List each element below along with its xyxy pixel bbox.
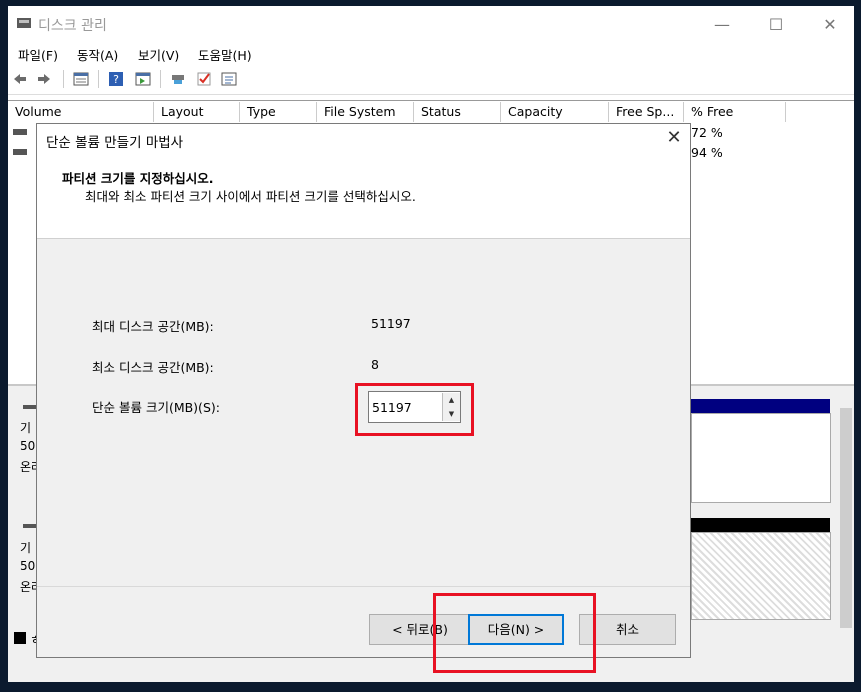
connect-icon[interactable] xyxy=(170,71,186,87)
partition-block[interactable] xyxy=(691,413,831,503)
properties-icon[interactable] xyxy=(135,71,151,87)
check-icon[interactable] xyxy=(196,71,212,87)
wizard-subheading: 최대와 최소 파티션 크기 사이에서 파티션 크기를 선택하십시오. xyxy=(85,189,416,204)
legend-swatch xyxy=(14,632,26,644)
volume-row-free-pct: 72 % xyxy=(691,125,723,140)
toolbar-separator xyxy=(63,70,64,88)
disk-management-app-icon xyxy=(17,18,31,28)
disk-type: 기 xyxy=(20,541,32,555)
partition-header-bar xyxy=(691,518,830,532)
dialog-title: 단순 볼륨 만들기 마법사 xyxy=(46,135,184,151)
forward-icon[interactable] xyxy=(36,71,52,87)
disk-type: 기 xyxy=(20,421,32,435)
dialog-close-button[interactable]: ✕ xyxy=(663,127,685,149)
scrollbar-thumb[interactable] xyxy=(840,408,852,628)
new-simple-volume-wizard-dialog: 단순 볼륨 만들기 마법사 ✕ 파티션 크기를 지정하십시오. 최대와 최소 파… xyxy=(36,123,691,673)
title-bar: 디스크 관리 — ☐ ✕ xyxy=(8,6,854,42)
dialog-separator xyxy=(37,586,690,587)
column-status[interactable]: Status xyxy=(414,102,501,122)
menu-file[interactable]: 파일(F) xyxy=(18,45,58,64)
partition-header-bar xyxy=(691,399,830,413)
toolbar-separator xyxy=(160,70,161,88)
column-type[interactable]: Type xyxy=(240,102,317,122)
settings-list-icon[interactable] xyxy=(221,71,237,87)
window-title: 디스크 관리 xyxy=(38,18,107,34)
column-free-space[interactable]: Free Sp... xyxy=(609,102,684,122)
menu-bar xyxy=(8,42,854,64)
help-icon[interactable]: ? xyxy=(108,71,124,87)
column-capacity[interactable]: Capacity xyxy=(501,102,609,122)
unallocated-partition-block[interactable] xyxy=(691,532,831,620)
column-layout[interactable]: Layout xyxy=(154,102,240,122)
menu-action[interactable]: 동작(A) xyxy=(77,45,118,64)
wizard-heading: 파티션 크기를 지정하십시오. xyxy=(62,171,214,186)
menu-help[interactable]: 도움말(H) xyxy=(198,45,252,64)
min-disk-space-label: 최소 디스크 공간(MB): xyxy=(92,360,214,375)
minimize-button[interactable]: — xyxy=(702,12,742,38)
max-disk-space-value: 51197 xyxy=(371,316,411,331)
volume-drive-icon xyxy=(13,129,27,135)
column-volume[interactable]: Volume xyxy=(8,102,154,122)
volume-drive-icon xyxy=(13,149,27,155)
volume-row-free-pct: 94 % xyxy=(691,145,723,160)
highlight-box-next xyxy=(433,593,596,673)
svg-text:?: ? xyxy=(113,73,119,86)
max-disk-space-label: 최대 디스크 공간(MB): xyxy=(92,319,214,334)
highlight-box-size xyxy=(355,383,474,436)
toolbar-separator xyxy=(98,70,99,88)
min-disk-space-value: 8 xyxy=(371,357,379,372)
menu-view[interactable]: 보기(V) xyxy=(138,45,179,64)
maximize-button[interactable]: ☐ xyxy=(756,12,796,38)
volume-size-label: 단순 볼륨 크기(MB)(S): xyxy=(92,400,220,415)
column-file-system[interactable]: File System xyxy=(317,102,414,122)
close-window-button[interactable]: ✕ xyxy=(810,12,850,38)
back-icon[interactable] xyxy=(12,71,28,87)
column-percent-free[interactable]: % Free xyxy=(684,102,786,122)
disk-list-icon[interactable] xyxy=(73,71,89,87)
